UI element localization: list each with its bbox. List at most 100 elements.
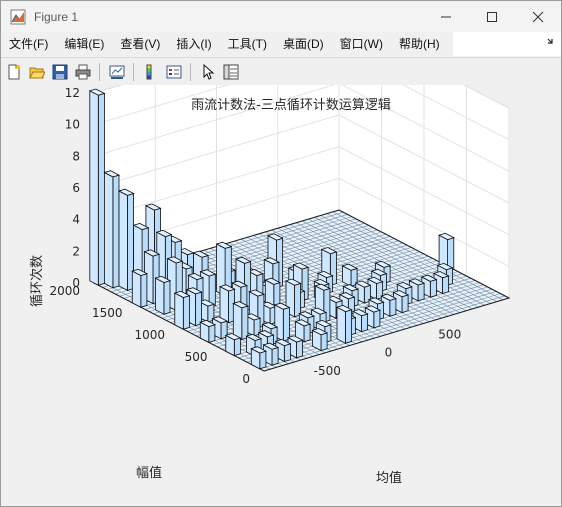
bar-front-face [417,282,425,302]
bar-front-face [389,297,397,317]
toolbar-separator [190,62,191,81]
bar-side-face [104,171,114,289]
bar [311,328,329,352]
bar-side-face [232,302,243,341]
bar-front-face [241,305,249,341]
bar-front-face [283,343,291,363]
bar [341,263,359,287]
legend-icon [166,65,182,78]
figure-canvas: 0 2 4 6 8 10 12 0 500 1000 1500 2000 -500 0 500 雨流计数法-… [1,85,561,506]
link-plot-icon [109,65,125,79]
menu-edit[interactable]: 编辑(E) [56,32,112,56]
menu-bar-blank [453,32,561,56]
menu-help[interactable]: 帮助(H) [391,32,448,56]
bar [173,290,191,330]
bar-side-face [336,306,346,344]
bar-front-face [195,291,203,327]
colorbar-button[interactable] [141,62,161,82]
open-file-icon [29,67,45,78]
save-icon [52,64,68,79]
y-tick-label: 1500 [92,306,123,320]
bar-front-face [282,306,290,342]
x-axis-label: 均值 [376,470,402,486]
bar-front-face [259,350,267,370]
edit-plot-button[interactable] [198,62,218,82]
bar-front-face [294,282,302,318]
maximize-button[interactable] [469,1,515,32]
toolbar-separator [133,62,134,81]
colorbar-icon [146,64,152,79]
menu-desktop[interactable]: 桌面(D) [275,32,332,56]
bar [103,170,121,289]
bar-front-face [429,278,437,298]
menu-overflow-icon[interactable] [546,36,556,46]
link-plot-button[interactable] [107,62,127,82]
figure-toolbar [1,57,561,86]
bar-side-face [219,285,229,324]
bar-side-face [89,90,99,286]
figure-window: Figure 1 文件(F) 编辑(E) 查看(V) 插入(I) 工具(T) 桌… [0,0,562,507]
bar-front-face [97,92,105,286]
legend-button[interactable] [164,62,184,82]
bar [218,284,236,324]
window-controls [423,1,561,32]
bar-front-face [320,332,328,352]
menu-bar: 文件(F) 编辑(E) 查看(V) 插入(I) 工具(T) 桌面(D) 窗口(W… [1,32,453,56]
bar-front-face [401,294,409,314]
close-button[interactable] [515,1,561,32]
z-tick-label: 2 [72,244,80,258]
z-tick-label: 4 [72,213,80,227]
menu-tools[interactable]: 工具(T) [220,32,275,56]
bar-front-face [163,280,171,315]
bar-front-face [296,339,304,359]
bar-side-face [118,190,128,292]
new-figure-icon [8,64,20,79]
z-tick-label: 6 [72,181,80,195]
matlab-figure-icon [10,9,26,24]
bar [232,301,249,341]
print-button[interactable] [73,62,93,82]
close-icon [532,11,544,22]
save-button[interactable] [50,62,70,82]
menu-file[interactable]: 文件(F) [1,32,56,56]
menu-window[interactable]: 窗口(W) [332,32,391,56]
bar-side-face [174,292,184,330]
bar-front-face [271,346,279,366]
bar [224,333,242,357]
minimize-button[interactable] [423,1,469,32]
bar-front-face [303,323,311,343]
y-tick-label: 500 [185,350,208,364]
minimize-icon [441,16,451,17]
title-bar[interactable]: Figure 1 [1,1,561,32]
bar-front-face [140,273,148,308]
bar-front-face [112,174,120,289]
z-tick-label: 10 [65,118,80,132]
bar3-chart[interactable]: 0246810120500100015002000-5000500 雨流计数法-… [1,85,561,506]
bar-front-face [361,313,369,333]
menu-insert[interactable]: 插入(I) [168,32,219,56]
new-figure-button[interactable] [4,62,24,82]
window-title: Figure 1 [34,9,79,24]
menu-view[interactable]: 查看(V) [112,32,168,56]
toolbar-separator [99,62,100,81]
bar [131,268,148,308]
print-icon [75,64,91,79]
bar-front-face [208,324,216,343]
arrow-icon [203,63,215,80]
bar [154,275,172,315]
bar-side-face [154,277,165,315]
property-inspector-icon [223,64,239,79]
z-axis-label: 循环次数 [29,255,45,307]
y-tick-label: 2000 [49,284,80,298]
open-file-button[interactable] [27,62,47,82]
chart-title: 雨流计数法-三点循环计数运算逻辑 [191,98,391,113]
bar [88,88,106,286]
bar-front-face [345,309,353,344]
property-inspector-button[interactable] [221,62,241,82]
bar-front-face [442,275,450,295]
x-tick-label: 0 [385,346,393,360]
bar-front-face [373,309,381,329]
y-tick-label: 0 [242,372,250,386]
z-tick-label: 12 [65,86,80,100]
bar-front-face [182,295,190,330]
